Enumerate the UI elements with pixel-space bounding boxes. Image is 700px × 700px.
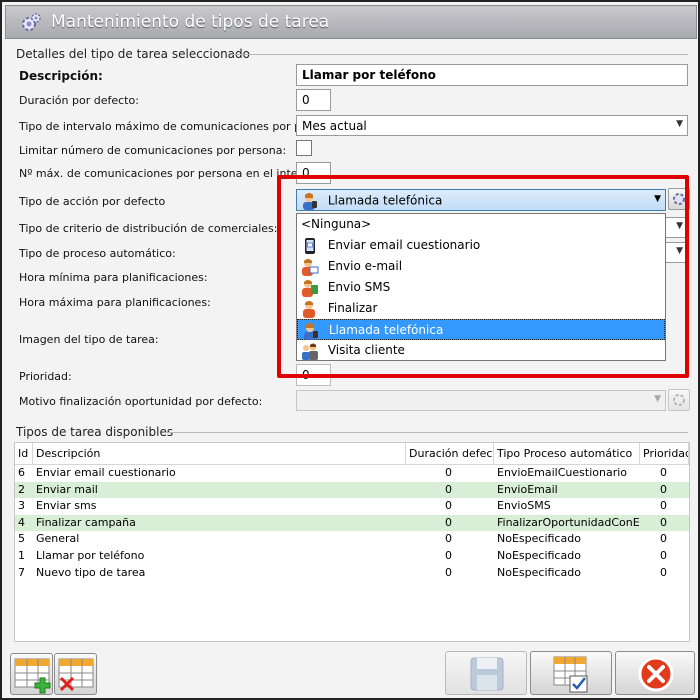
cell-prioridad: 0 (660, 499, 667, 513)
duracion-input[interactable]: 0 (296, 89, 331, 111)
cell-prioridad: 0 (660, 466, 667, 479)
window: Mantenimiento de tipos de tarea Detalles… (0, 0, 700, 700)
divider (232, 54, 688, 55)
column-header-duracion[interactable]: Duración defecto (406, 443, 494, 464)
cell-descripcion: Enviar mail (36, 482, 98, 496)
cell-proceso: NoEspecificado (497, 532, 581, 546)
gear-icon (22, 13, 41, 31)
cell-duracion: 0 (445, 565, 452, 579)
cell-duracion: 0 (445, 466, 452, 479)
window-title: Mantenimiento de tipos de tarea (51, 12, 330, 32)
table-row[interactable]: 7 Nuevo tipo de tarea 0 NoEspecificado 0 (15, 565, 689, 582)
cell-descripcion: General (36, 532, 80, 546)
save-button[interactable] (445, 651, 527, 695)
table-row[interactable]: 4 Finalizar campaña 0 FinalizarOportunid… (15, 514, 689, 532)
table-row[interactable]: 5 General 0 NoEspecificado 0 (15, 531, 689, 548)
delete-task-type-button[interactable] (54, 653, 97, 695)
chevron-down-icon: ▼ (654, 394, 661, 404)
column-header-proceso[interactable]: Tipo Proceso automático (494, 443, 640, 464)
add-task-type-button[interactable] (10, 653, 53, 695)
close-icon (638, 656, 674, 692)
limitar-checkbox[interactable] (296, 140, 312, 156)
cell-duracion: 0 (445, 482, 452, 496)
cell-proceso: EnvioEmailCuestionario (497, 466, 628, 479)
intervalo-label: Tipo de intervalo máximo de comunicacion… (19, 120, 343, 133)
cell-duracion: 0 (445, 532, 452, 546)
descripcion-label: Descripción: (19, 69, 103, 83)
cell-duracion: 0 (445, 515, 452, 529)
divider (164, 432, 688, 433)
hora-min-label: Hora mínima para planificaciones: (19, 271, 208, 284)
table-row[interactable]: 2 Enviar mail 0 EnvioEmail 0 (15, 481, 689, 499)
details-section-title: Detalles del tipo de tarea seleccionado (16, 47, 250, 61)
cell-descripcion: Llamar por teléfono (36, 548, 145, 562)
prioridad-label: Prioridad: (19, 370, 72, 383)
cell-id: 3 (18, 499, 25, 513)
grid-add-icon (14, 658, 51, 694)
hora-max-label: Hora máxima para planificaciones: (19, 296, 211, 309)
accept-button[interactable] (530, 651, 612, 695)
table-row[interactable]: 6 Enviar email cuestionario 0 EnvioEmail… (15, 465, 689, 482)
cell-prioridad: 0 (660, 565, 667, 579)
chevron-down-icon: ▼ (676, 119, 683, 129)
motivo-settings-button[interactable] (668, 389, 690, 411)
accion-label: Tipo de acción por defecto (19, 195, 166, 208)
table-row[interactable]: 3 Enviar sms 0 EnvioSMS 0 (15, 498, 689, 515)
cell-proceso: FinalizarOportunidadConExito (497, 515, 640, 529)
cell-id: 5 (18, 532, 25, 546)
cell-proceso: NoEspecificado (497, 548, 581, 562)
grid-delete-icon (58, 658, 94, 692)
floppy-disk-icon (470, 657, 504, 691)
cell-duracion: 0 (445, 548, 452, 562)
imagen-label: Imagen del tipo de tarea: (19, 333, 159, 346)
motivo-combo[interactable]: ▼ (296, 390, 666, 411)
column-header-prioridad[interactable]: Prioridad (640, 443, 689, 464)
column-header-descripcion[interactable]: Descripción (33, 443, 406, 464)
cell-id: 7 (18, 565, 25, 579)
descripcion-input[interactable]: Llamar por teléfono (296, 64, 688, 86)
cell-descripcion: Finalizar campaña (36, 515, 136, 529)
criterio-label: Tipo de criterio de distribución de come… (19, 222, 278, 235)
table-header: Id Descripción Duración defecto Tipo Pro… (15, 443, 689, 465)
cell-duracion: 0 (445, 499, 452, 513)
close-button[interactable] (615, 651, 695, 695)
cell-prioridad: 0 (660, 532, 667, 546)
proceso-label: Tipo de proceso automático: (19, 247, 176, 260)
gear-icon (673, 394, 685, 406)
title-bar: Mantenimiento de tipos de tarea (5, 5, 697, 39)
highlight-frame (277, 175, 689, 378)
grid-check-icon (553, 656, 588, 693)
motivo-label: Motivo finalización oportunidad por defe… (19, 395, 263, 408)
intervalo-value: Mes actual (302, 119, 367, 133)
cell-proceso: NoEspecificado (497, 565, 581, 579)
task-types-table: Id Descripción Duración defecto Tipo Pro… (14, 442, 690, 642)
cell-proceso: EnvioSMS (497, 499, 551, 513)
cell-id: 4 (18, 515, 25, 529)
cell-id: 2 (18, 482, 25, 496)
intervalo-combo[interactable]: Mes actual ▼ (296, 115, 688, 136)
cell-descripcion: Enviar email cuestionario (36, 466, 176, 479)
column-header-id[interactable]: Id (15, 443, 33, 464)
cell-proceso: EnvioEmail (497, 482, 558, 496)
cell-descripcion: Enviar sms (36, 499, 97, 513)
cell-id: 1 (18, 548, 25, 562)
cell-prioridad: 0 (660, 515, 667, 529)
table-section-title: Tipos de tarea disponibles (16, 425, 174, 439)
cell-prioridad: 0 (660, 482, 667, 496)
table-row[interactable]: 1 Llamar por teléfono 0 NoEspecificado 0 (15, 548, 689, 565)
cell-descripcion: Nuevo tipo de tarea (36, 565, 146, 579)
limitar-label: Limitar número de comunicaciones por per… (19, 144, 287, 157)
cell-id: 6 (18, 466, 25, 479)
cell-prioridad: 0 (660, 548, 667, 562)
duracion-label: Duración por defecto: (19, 94, 139, 107)
